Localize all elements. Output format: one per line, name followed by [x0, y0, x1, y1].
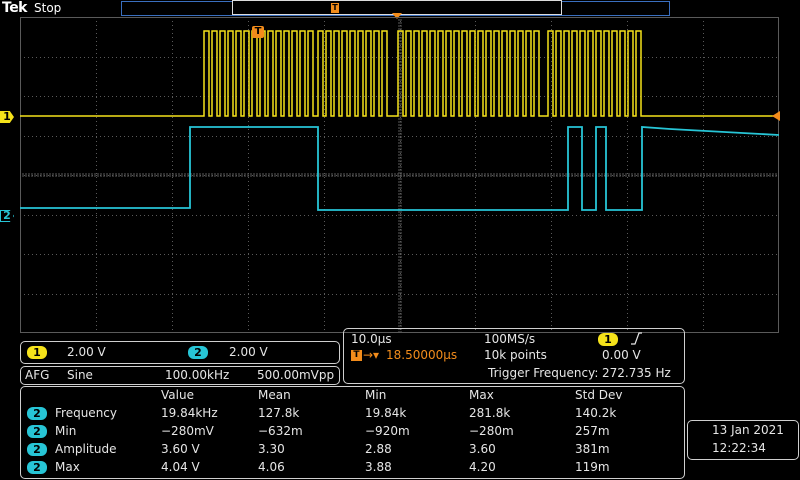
- ch2-scale: 2.00 V: [229, 345, 268, 359]
- measurement-max: −280m: [469, 424, 514, 438]
- measurement-value: 19.84kHz: [161, 406, 218, 420]
- time-per-div: 10.0µs: [351, 332, 392, 346]
- measurement-min: 3.88: [365, 460, 392, 474]
- afg-panel[interactable]: AFG Sine 100.00kHz 500.00mVpp: [20, 366, 340, 385]
- arrow-icon: →▾: [363, 348, 380, 362]
- measurement-row[interactable]: 2 Frequency 19.84kHz 127.8k 19.84k 281.8k 140.…: [21, 406, 681, 423]
- measurement-name: Min: [55, 424, 77, 438]
- ch1-scale: 2.00 V: [67, 345, 106, 359]
- measurement-value: 3.60 V: [161, 442, 200, 456]
- measurement-name: Frequency: [55, 406, 117, 420]
- col-value: Value: [161, 388, 194, 402]
- date: 13 Jan 2021: [712, 423, 784, 437]
- measurement-channel-badge: 2: [27, 461, 47, 474]
- ch2-ground-marker[interactable]: 2: [0, 210, 14, 222]
- measurement-min: 2.88: [365, 442, 392, 456]
- measurement-max: 281.8k: [469, 406, 511, 420]
- afg-amplitude: 500.00mVpp: [257, 368, 335, 382]
- col-max: Max: [469, 388, 494, 402]
- trigger-frequency-label: Trigger Frequency:: [488, 366, 599, 380]
- measurement-name: Max: [55, 460, 80, 474]
- measurements-panel[interactable]: Value Mean Min Max Std Dev 2 Frequency 19.…: [20, 386, 685, 479]
- datetime-panel[interactable]: 13 Jan 2021 12:22:34: [687, 420, 799, 460]
- ch2-waveform: [20, 126, 779, 211]
- measurement-std: 381m: [575, 442, 610, 456]
- measurement-min: −920m: [365, 424, 410, 438]
- measurement-value: −280mV: [161, 424, 214, 438]
- brand-logo: Tek: [2, 0, 28, 16]
- measurement-mean: 127.8k: [258, 406, 300, 420]
- rising-edge-icon: [631, 332, 642, 345]
- vertical-scale-panel[interactable]: 1 2.00 V 2 2.00 V: [20, 341, 340, 364]
- ch1-badge: 1: [27, 346, 47, 359]
- measurement-min: 19.84k: [365, 406, 407, 420]
- afg-frequency: 100.00kHz: [165, 368, 230, 382]
- measurement-channel-badge: 2: [27, 425, 47, 438]
- measurement-mean: −632m: [258, 424, 303, 438]
- measurement-mean: 3.30: [258, 442, 285, 456]
- trigger-level-icon[interactable]: [772, 111, 780, 121]
- trigger-position-icon: T: [331, 3, 339, 13]
- top-bar: Tek Stop T: [0, 0, 800, 19]
- measurement-std: 119m: [575, 460, 610, 474]
- measurement-value: 4.04 V: [161, 460, 200, 474]
- waveform-display: [20, 17, 779, 333]
- measurement-max: 4.20: [469, 460, 496, 474]
- measurement-row[interactable]: 2 Min −280mV −632m −920m −280m 257m: [21, 424, 681, 441]
- measurement-channel-badge: 2: [27, 407, 47, 420]
- col-std-dev: Std Dev: [575, 388, 623, 402]
- ch2-badge: 2: [188, 346, 208, 359]
- graticule: [20, 17, 779, 333]
- measurement-max: 3.60: [469, 442, 496, 456]
- measurement-std: 140.2k: [575, 406, 617, 420]
- horizontal-trigger-panel[interactable]: 10.0µs 100MS/s 1 T →▾ 18.50000µs 10k poi…: [343, 328, 685, 384]
- col-mean: Mean: [258, 388, 291, 402]
- sample-rate: 100MS/s: [484, 332, 536, 346]
- trigger-position-badge-icon: T: [351, 350, 362, 361]
- time: 12:22:34: [712, 441, 766, 455]
- col-min: Min: [365, 388, 387, 402]
- trigger-position: 18.50000µs: [386, 348, 458, 362]
- measurement-row[interactable]: 2 Amplitude 3.60 V 3.30 2.88 3.60 381m: [21, 442, 681, 459]
- measurement-mean: 4.06: [258, 460, 285, 474]
- afg-label: AFG: [25, 368, 50, 382]
- measurement-channel-badge: 2: [27, 443, 47, 456]
- measurement-name: Amplitude: [55, 442, 117, 456]
- trigger-time-marker-icon: T: [252, 26, 264, 38]
- trigger-source-badge: 1: [598, 333, 618, 346]
- ch1-ground-marker[interactable]: 1: [0, 111, 14, 123]
- ch2-trace: [20, 126, 779, 211]
- trigger-level: 0.00 V: [602, 348, 641, 362]
- trigger-frequency: 272.735 Hz: [602, 366, 671, 380]
- run-state[interactable]: Stop: [34, 1, 61, 15]
- measurement-row[interactable]: 2 Max 4.04 V 4.06 3.88 4.20 119m: [21, 460, 681, 477]
- measurement-std: 257m: [575, 424, 610, 438]
- measurements-header: Value Mean Min Max Std Dev: [21, 388, 681, 403]
- record-length: 10k points: [484, 348, 547, 362]
- afg-waveform: Sine: [67, 368, 93, 382]
